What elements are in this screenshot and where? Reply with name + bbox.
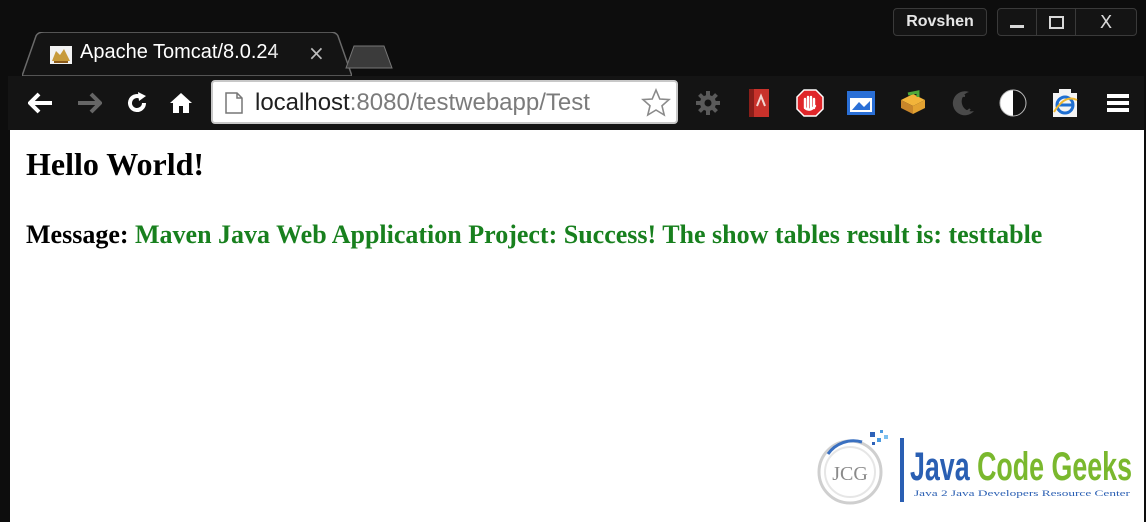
forward-arrow-icon — [78, 92, 102, 114]
java-code-geeks-logo: JCG Java Code Geeks Java 2 Java Develope… — [817, 430, 1132, 505]
ie-tab-extension-button[interactable] — [1050, 88, 1080, 118]
contrast-icon — [999, 89, 1027, 117]
tab-title: Apache Tomcat/8.0.24 — [80, 41, 279, 63]
url-path: :8080/testwebapp/Test — [349, 89, 590, 116]
message-line: Message: Maven Java Web Application Proj… — [26, 218, 1126, 252]
page-icon — [225, 92, 243, 114]
menu-button[interactable] — [1104, 88, 1132, 118]
hamburger-menu-icon — [1107, 94, 1129, 112]
reload-button[interactable] — [122, 88, 152, 118]
page-heading: Hello World! — [26, 146, 205, 182]
package-extension-button[interactable] — [897, 88, 929, 118]
red-book-icon — [749, 89, 769, 117]
new-tab-button[interactable] — [344, 44, 394, 70]
blue-window-icon — [847, 91, 875, 115]
pdf-extension-button[interactable] — [744, 88, 774, 118]
ie-icon — [1053, 89, 1078, 117]
moon-icon — [952, 91, 974, 116]
bookmark-star-icon[interactable] — [641, 88, 671, 118]
back-button[interactable] — [26, 88, 56, 118]
tab-close-icon[interactable]: × — [308, 41, 325, 65]
forward-button[interactable] — [74, 88, 104, 118]
minimize-icon — [1010, 24, 1024, 28]
package-icon — [901, 90, 925, 114]
message-value: Maven Java Web Application Project: Succ… — [135, 220, 1043, 249]
tomcat-favicon-icon — [50, 46, 72, 64]
minimize-button[interactable] — [997, 8, 1037, 36]
page-content: Hello World! Message: Maven Java Web App… — [10, 130, 1144, 522]
gear-icon — [696, 91, 720, 115]
adblock-extension-button[interactable] — [795, 88, 825, 118]
reload-icon — [128, 92, 147, 113]
close-icon: X — [1099, 11, 1113, 33]
url-host: localhost — [255, 89, 350, 116]
logo-name-text: Java Code Geeks — [910, 445, 1132, 489]
tab-tomcat[interactable]: Apache Tomcat/8.0.24 × — [22, 32, 352, 76]
back-arrow-icon — [28, 92, 52, 114]
logo-tagline-text: Java 2 Java Developers Resource Center — [914, 488, 1130, 498]
address-bar[interactable]: localhost:8080/testwebapp/Test — [211, 80, 678, 124]
url-text[interactable]: localhost:8080/testwebapp/Test — [255, 89, 590, 117]
screenshot-extension-button[interactable] — [845, 88, 877, 118]
maximize-button[interactable] — [1036, 8, 1076, 36]
settings-extension-button[interactable] — [693, 88, 723, 118]
contrast-extension-button[interactable] — [998, 88, 1028, 118]
browser-window: Rovshen X Apache Tomcat/8.0.24 × localho… — [0, 0, 1146, 522]
message-label: Message: — [26, 220, 136, 249]
close-window-button[interactable]: X — [1075, 8, 1137, 36]
maximize-icon — [1048, 15, 1064, 29]
logo-badge-text: JCG — [832, 463, 868, 485]
stop-hand-icon — [796, 89, 824, 117]
night-mode-extension-button[interactable] — [948, 88, 978, 118]
home-button[interactable] — [166, 88, 196, 118]
profile-button[interactable]: Rovshen — [893, 8, 987, 36]
home-icon — [170, 93, 192, 113]
